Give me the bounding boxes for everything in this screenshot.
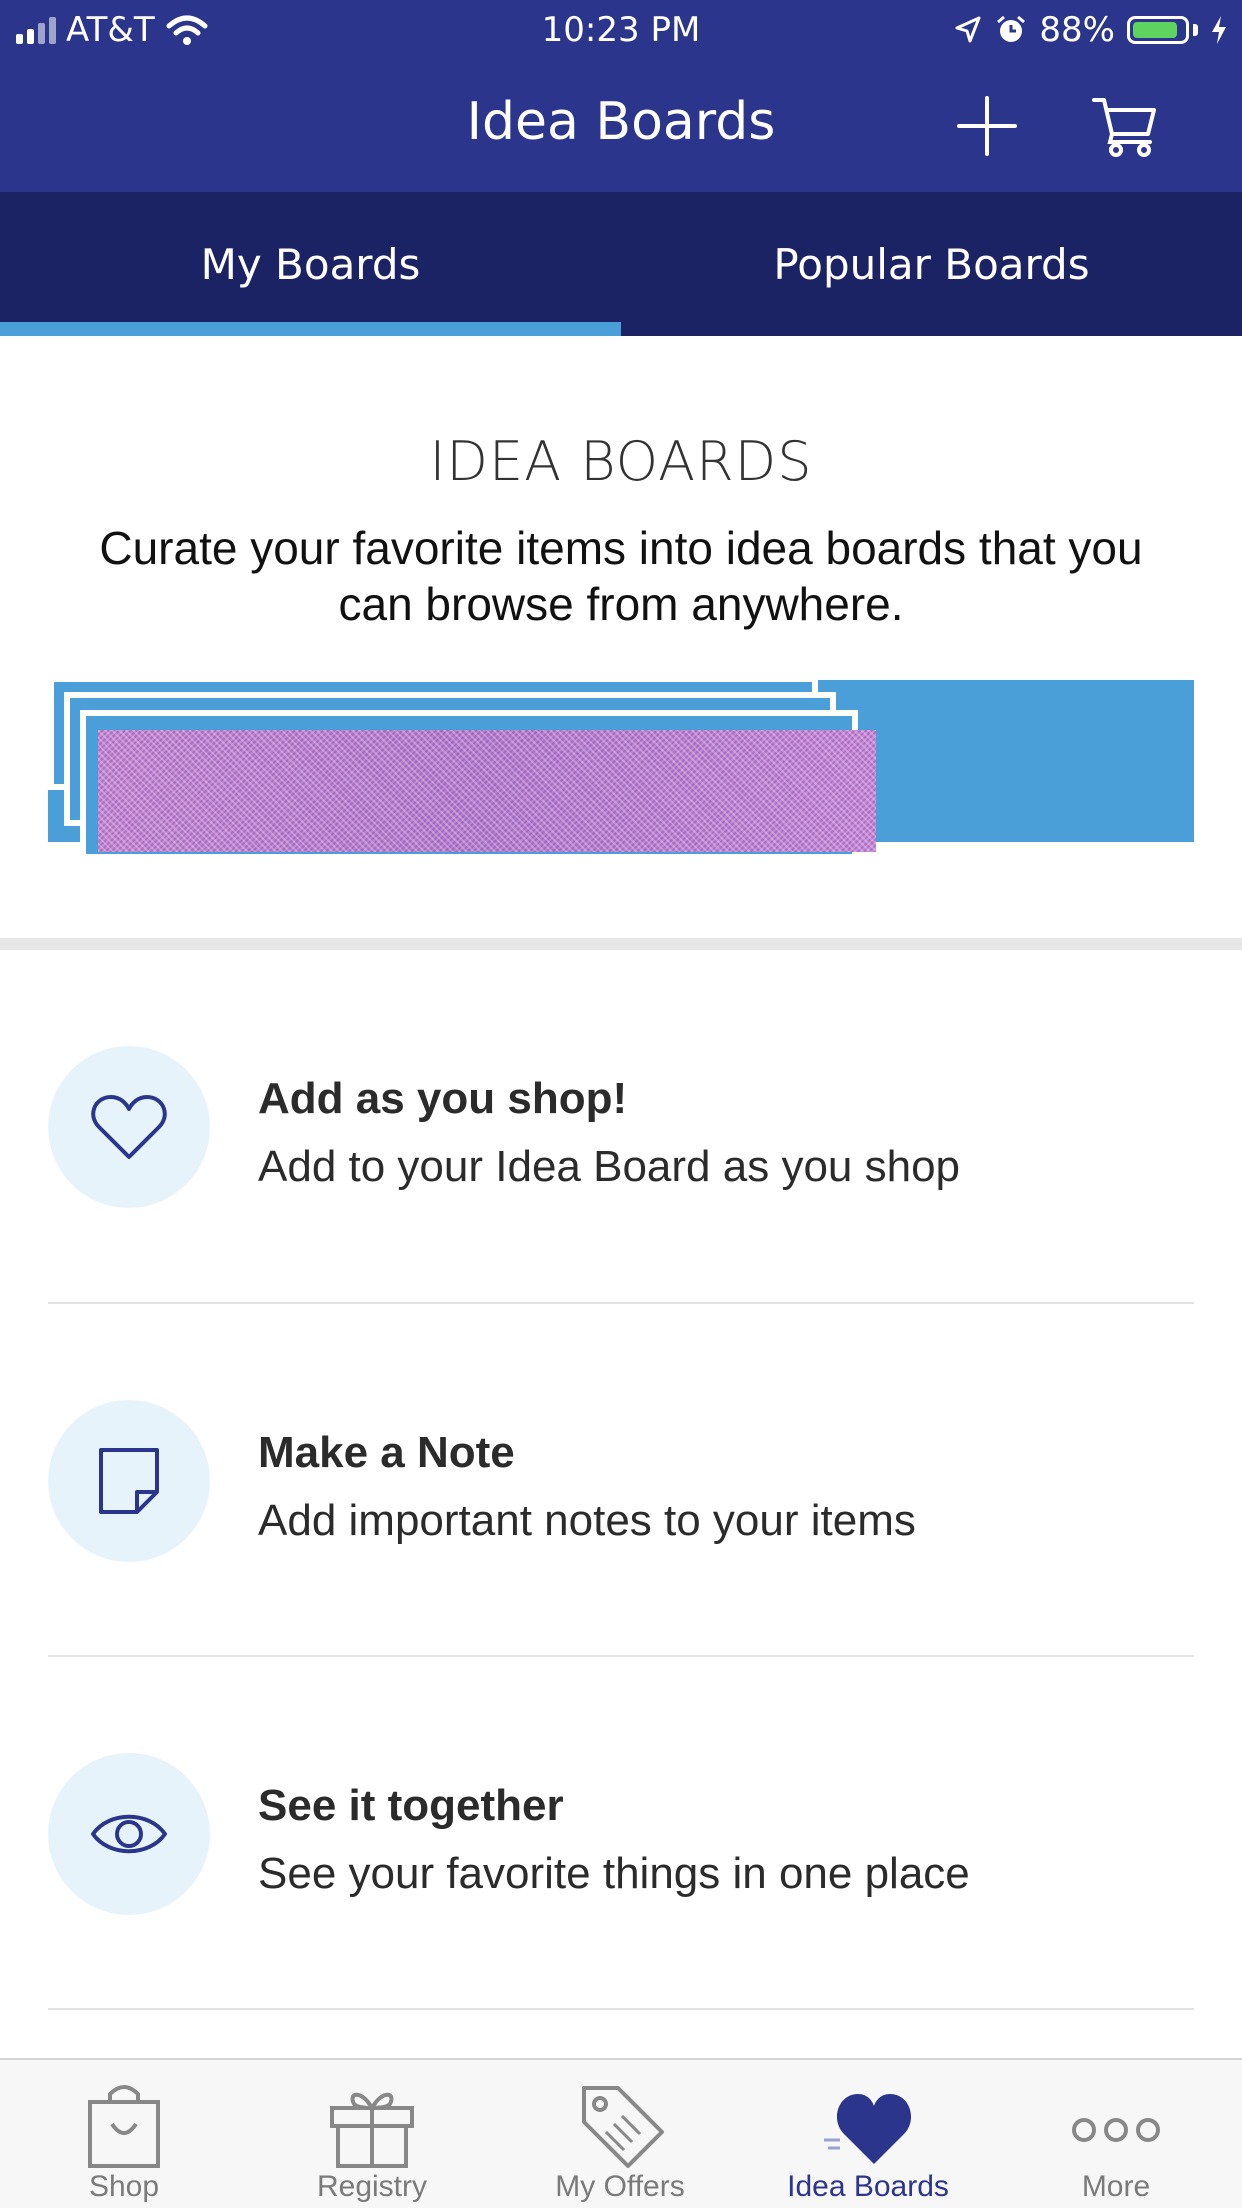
tabbar-item-more[interactable]: More (992, 2060, 1240, 2208)
plus-icon[interactable] (955, 94, 1019, 158)
battery-icon (1127, 16, 1189, 44)
feature-icon-circle (48, 1046, 210, 1208)
tab-my-boards[interactable]: My Boards (0, 192, 621, 336)
section-divider (0, 938, 1242, 950)
tabbar-label: Registry (316, 2170, 428, 2203)
tabbar-item-idea-boards[interactable]: Idea Boards (744, 2060, 992, 2208)
tabbar-item-registry[interactable]: Registry (248, 2060, 496, 2208)
status-right: 88% (953, 10, 1228, 50)
heart-outline-icon (91, 1095, 167, 1159)
feature-make-a-note: Make a Note Add important notes to your … (48, 1400, 1194, 1660)
eye-icon (91, 1814, 167, 1854)
status-bar: AT&T 10:23 PM 88% (0, 0, 1242, 60)
page-title: Idea Boards (466, 92, 776, 152)
feature-add-as-you-shop: Add as you shop! Add to your Idea Board … (48, 1046, 1194, 1306)
tabbar-label: My Offers (555, 2170, 685, 2203)
heart-icon (824, 2094, 912, 2164)
tag-icon (582, 2086, 664, 2168)
shopping-bag-icon (88, 2085, 160, 2168)
hero-description: Curate your favorite items into idea boa… (99, 522, 1143, 630)
feature-icon-circle (48, 1400, 210, 1562)
tabbar-item-shop[interactable]: Shop (0, 2060, 248, 2208)
feature-divider (48, 1655, 1194, 1657)
board-preview-image (98, 730, 876, 852)
charging-bolt-icon (1212, 16, 1226, 44)
cart-icon[interactable] (1090, 90, 1160, 160)
feature-description: Add to your Idea Board as you shop (258, 1142, 961, 1191)
battery-percent: 88% (1039, 10, 1115, 50)
feature-icon-circle (48, 1753, 210, 1915)
active-tab-indicator (0, 322, 621, 336)
feature-title: Make a Note (258, 1428, 515, 1477)
location-arrow-icon (955, 16, 981, 43)
feature-title: Add as you shop! (258, 1074, 628, 1123)
feature-description: See your favorite things in one place (258, 1849, 970, 1898)
board-tabs: My Boards Popular Boards (0, 192, 1242, 336)
note-icon (99, 1448, 159, 1514)
feature-title: See it together (258, 1781, 564, 1830)
tabbar-label: Idea Boards (787, 2170, 949, 2203)
tabbar-label: More (1081, 2170, 1151, 2203)
feature-divider (48, 1302, 1194, 1304)
feature-divider (48, 2008, 1194, 2010)
alarm-icon (997, 15, 1026, 42)
nav-bar: Idea Boards (0, 60, 1242, 192)
feature-see-it-together: See it together See your favorite things… (48, 1753, 1194, 2013)
battery-tip (1193, 24, 1198, 36)
tabbar-item-my-offers[interactable]: My Offers (496, 2060, 744, 2208)
tabbar-label: Shop (88, 2170, 160, 2203)
hero-title: IDEA BOARDS (429, 430, 813, 493)
gift-icon (330, 2092, 414, 2168)
more-dots-icon (1072, 2118, 1160, 2142)
bottom-tab-bar: Shop Registry My Offers Idea Boards More (0, 2058, 1242, 2208)
tab-popular-boards[interactable]: Popular Boards (621, 192, 1242, 336)
battery-fill (1133, 22, 1177, 38)
feature-description: Add important notes to your items (258, 1496, 916, 1545)
